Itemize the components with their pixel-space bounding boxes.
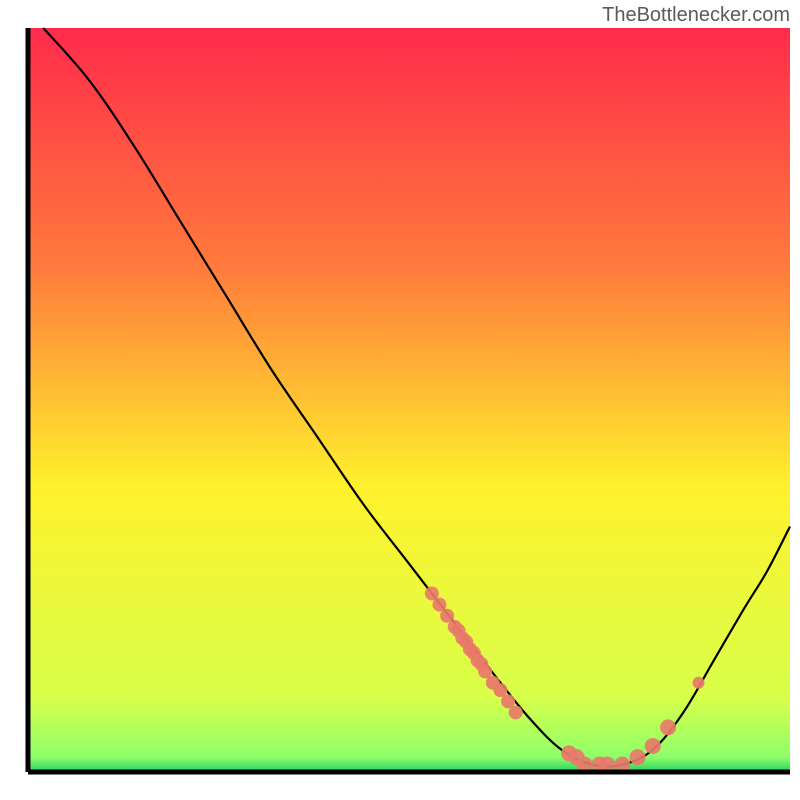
bottleneck-chart: TheBottlenecker.com: [0, 0, 800, 800]
chart-svg: [0, 0, 800, 800]
watermark-text: TheBottlenecker.com: [602, 4, 790, 27]
